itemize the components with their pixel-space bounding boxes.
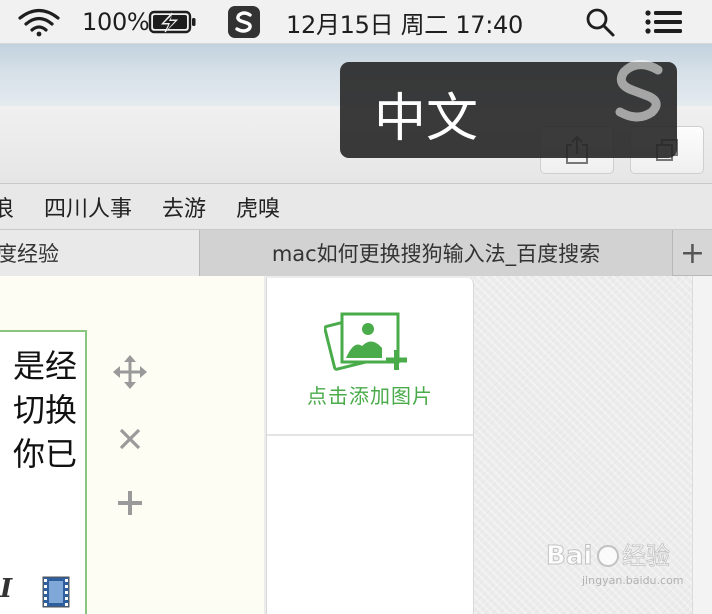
menubar-clock[interactable]: 12月15日 周二 17:40 xyxy=(286,0,523,44)
search-icon[interactable] xyxy=(584,0,616,44)
watermark-sub: jingyan.baidu.com xyxy=(582,574,684,587)
bookmark-item[interactable]: 浪 xyxy=(0,184,14,230)
editor-area: 是经 切换 你已 I xyxy=(0,276,264,614)
tab-active[interactable]: 度经验 xyxy=(0,230,200,276)
control-center-icon[interactable] xyxy=(644,0,684,44)
battery-percent: 100% xyxy=(82,8,150,36)
add-image-label: 点击添加图片 xyxy=(307,384,433,408)
bookmark-item[interactable]: 去游 xyxy=(162,184,206,230)
ime-indicator-popup: 中文 xyxy=(340,60,677,158)
image-upload-panel: 点击添加图片 xyxy=(266,278,474,614)
svg-text:经验: 经验 xyxy=(622,542,670,570)
new-tab-button[interactable]: + xyxy=(672,230,712,276)
add-image-button[interactable]: 点击添加图片 xyxy=(267,278,473,434)
baidu-jingyan-watermark: Bai 经验 jingyan.baidu.com xyxy=(542,530,692,590)
scrollbar[interactable] xyxy=(692,276,712,614)
battery-charging-icon[interactable] xyxy=(148,0,198,44)
panel-divider xyxy=(267,434,473,436)
bookmark-item[interactable]: 虎嗅 xyxy=(236,184,280,230)
move-icon[interactable] xyxy=(112,354,148,390)
menu-bar: 100% 12月15日 周二 17:40 xyxy=(0,0,712,44)
italic-icon[interactable]: I xyxy=(0,574,12,604)
tab-baidu-search[interactable]: mac如何更换搜狗输入法_百度搜索 xyxy=(200,230,672,276)
tab-label: mac如何更换搜狗输入法_百度搜索 xyxy=(271,242,601,266)
bookmarks-bar: 浪 四川人事 去游 虎嗅 xyxy=(0,184,712,230)
sogou-input-icon[interactable] xyxy=(228,0,260,44)
wifi-icon[interactable] xyxy=(16,0,62,44)
video-icon[interactable] xyxy=(42,576,70,608)
add-image-icon xyxy=(324,312,407,371)
ime-mode-label: 中文 xyxy=(374,89,479,149)
sogou-logo-icon xyxy=(615,60,663,122)
add-icon[interactable] xyxy=(112,485,148,521)
bookmark-item[interactable]: 四川人事 xyxy=(44,184,132,230)
editor-line: 是经 xyxy=(12,347,77,385)
svg-text:Bai: Bai xyxy=(546,541,592,571)
tab-bar: 度经验 mac如何更换搜狗输入法_百度搜索 + xyxy=(0,230,712,276)
editor-line: 你已 xyxy=(12,435,77,473)
tab-label: 度经验 xyxy=(0,242,59,266)
editor-line: 切换 xyxy=(12,391,77,429)
step-text-editor[interactable]: 是经 切换 你已 I xyxy=(0,330,87,614)
close-icon[interactable] xyxy=(112,421,148,457)
